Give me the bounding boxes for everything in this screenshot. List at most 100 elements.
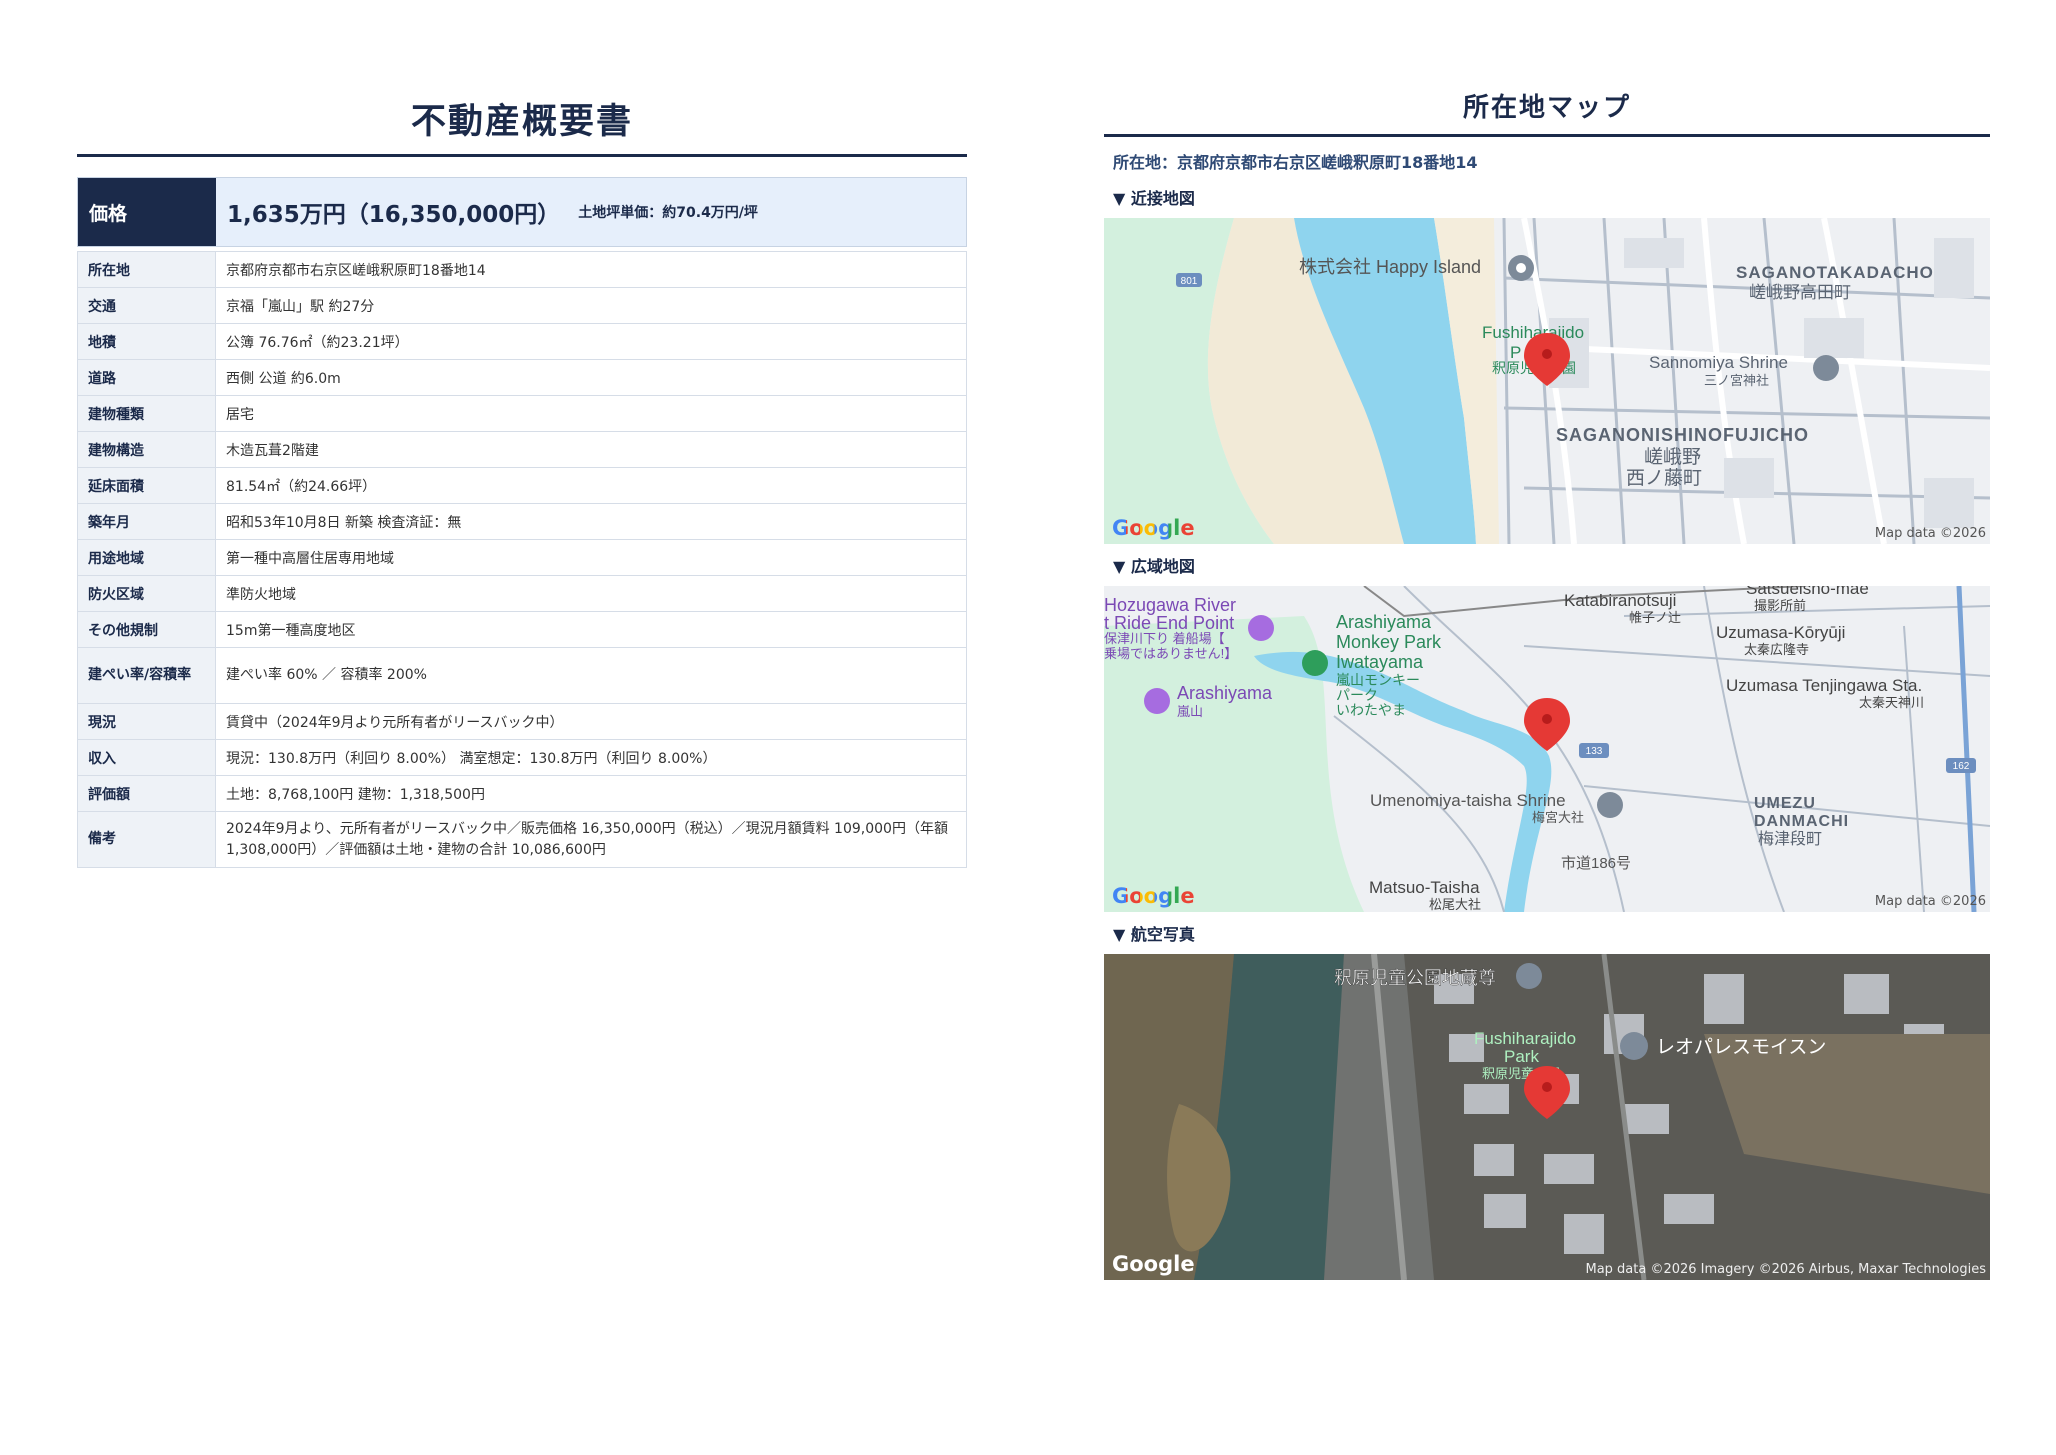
table-row: 収入 現況：130.8万円（利回り 8.00%） 満室想定：130.8万円（利回り… [77, 739, 967, 776]
wide-map[interactable]: Hozugawa River t Ride End Point 保津川下り 着船… [1104, 586, 1990, 912]
table-row: 築年月 昭和53年10月8日 新築 検査済証：無 [77, 503, 967, 540]
poi-label: レオパレスモイスン [1656, 1037, 1826, 1058]
table-row: 建物構造 木造瓦葺2階建 [77, 431, 967, 468]
near-map-graphic: 801 株式会社 Happy Island Fushiharajido P 釈原… [1104, 218, 1990, 544]
row-value: 昭和53年10月8日 新築 検査済証：無 [215, 503, 967, 540]
svg-text:太秦広隆寺: 太秦広隆寺 [1744, 642, 1809, 657]
row-value: 京福「嵐山」駅 約27分 [215, 287, 967, 324]
shrine-label: Sannomiya Shrine [1649, 353, 1788, 372]
google-logo-text: Google [1112, 1252, 1195, 1276]
road-label: 市道186号 [1561, 855, 1631, 872]
location-maps: 所在地マップ 所在地：京都府京都市右京区嵯峨釈原町18番地14 ▼ 近接地図 8… [1104, 90, 1990, 1280]
row-value: 居宅 [215, 395, 967, 432]
row-key: 延床面積 [77, 467, 216, 504]
land-unit-price: 土地坪単価：約70.4万円/坪 [578, 205, 758, 221]
maps-title-underline [1104, 134, 1990, 137]
google-logo: Google [1112, 1252, 1195, 1276]
row-key: 交通 [77, 287, 216, 324]
arashiyama-label: Arashiyama [1177, 683, 1273, 703]
google-logo-text: Google [1112, 884, 1195, 908]
svg-text:Park: Park [1504, 1047, 1539, 1066]
price-value-cell: 1,635万円（16,350,000円） 土地坪単価：約70.4万円/坪 [216, 178, 966, 246]
row-key: 評価額 [77, 775, 216, 812]
svg-text:梅宮大社: 梅宮大社 [1532, 810, 1584, 825]
row-key: 防火区域 [77, 575, 216, 612]
aerial-photo-label: ▼ 航空写真 [1113, 925, 1195, 944]
table-row: 現況 賃貸中（2024年9月より元所有者がリースバック中） [77, 703, 967, 740]
station-label: Katabiranotsuji [1564, 591, 1676, 610]
wide-map-label: ▼ 広域地図 [1113, 557, 1195, 576]
table-row: 所在地 京都府京都市右京区嵯峨釈原町18番地14 [77, 251, 967, 288]
row-value: 京都府京都市右京区嵯峨釈原町18番地14 [215, 251, 967, 288]
row-key: 備考 [77, 811, 216, 868]
park-label: Fushiharajido [1474, 1029, 1576, 1048]
row-key: 建物構造 [77, 431, 216, 468]
row-key: 用途地域 [77, 539, 216, 576]
row-key: 築年月 [77, 503, 216, 540]
svg-text:パーク: パーク [1336, 687, 1378, 703]
district-label: SAGANOTAKADACHO [1736, 263, 1934, 282]
monkey-park-label: Arashiyama [1336, 612, 1432, 632]
near-map[interactable]: 801 株式会社 Happy Island Fushiharajido P 釈原… [1104, 218, 1990, 544]
map-credit: Map data ©2026 [1874, 526, 1986, 541]
row-key: 道路 [77, 359, 216, 396]
happy-island-label: 株式会社 Happy Island [1299, 257, 1481, 277]
row-value: 準防火地域 [215, 575, 967, 612]
google-logo: Google [1112, 884, 1195, 908]
row-key: 所在地 [77, 251, 216, 288]
google-logo-text: Google [1112, 516, 1195, 540]
aerial-photo[interactable]: 釈原児童公園地蔵尊 Fushiharajido Park 釈原児童公園 レオパレ… [1104, 954, 1990, 1280]
station-label: Uzumasa Tenjingawa Sta. [1726, 676, 1922, 695]
table-row: 建ぺい率/容積率 建ぺい率 60% ／ 容積率 200% [77, 647, 967, 704]
wide-map-graphic: Hozugawa River t Ride End Point 保津川下り 着船… [1104, 586, 1990, 912]
document-title: 不動産概要書 [410, 102, 633, 142]
svg-text:保津川下り 着船場【: 保津川下り 着船場【 [1104, 631, 1225, 646]
row-key: 地積 [77, 323, 216, 360]
table-row: 備考 2024年9月より、元所有者がリースバック中／販売価格 16,350,000… [77, 811, 967, 868]
row-key: 建ぺい率/容積率 [77, 647, 216, 704]
row-value: 賃貸中（2024年9月より元所有者がリースバック中） [215, 703, 967, 740]
svg-text:t Ride End Point: t Ride End Point [1104, 613, 1234, 633]
svg-text:Iwatayama: Iwatayama [1336, 652, 1424, 672]
row-value: 建ぺい率 60% ／ 容積率 200% [215, 647, 967, 704]
table-row: 評価額 土地：8,768,100円 建物：1,318,500円 [77, 775, 967, 812]
table-row: その他規制 15m第一種高度地区 [77, 611, 967, 648]
svg-text:帷子ノ辻: 帷子ノ辻 [1629, 610, 1681, 625]
near-map-label: ▼ 近接地図 [1113, 189, 1195, 208]
svg-text:松尾大社: 松尾大社 [1429, 897, 1481, 912]
station-label: Uzumasa-Kōryūji [1716, 623, 1845, 642]
table-row: 道路 西側 公道 約6.0m [77, 359, 967, 396]
svg-text:DANMACHI: DANMACHI [1754, 813, 1849, 830]
row-value: 81.54㎡（約24.66坪） [215, 467, 967, 504]
maps-title: 所在地マップ [1462, 93, 1631, 123]
table-row: 地積 公簿 76.76㎡（約23.21坪） [77, 323, 967, 360]
table-row: 交通 京福「嵐山」駅 約27分 [77, 287, 967, 324]
title-underline [77, 154, 967, 157]
row-key: 建物種類 [77, 395, 216, 432]
district-label: SAGANONISHINOFUJICHO [1556, 425, 1809, 445]
row-value: 15m第一種高度地区 [215, 611, 967, 648]
aerial-photo-graphic: 釈原児童公園地蔵尊 Fushiharajido Park 釈原児童公園 レオパレ… [1104, 954, 1990, 1280]
table-row: 延床面積 81.54㎡（約24.66坪） [77, 467, 967, 504]
row-key: その他規制 [77, 611, 216, 648]
svg-text:太秦天神川: 太秦天神川 [1859, 695, 1924, 710]
price-value: 1,635万円（16,350,000円） [227, 202, 561, 228]
table-row: 用途地域 第一種中高層住居専用地域 [77, 539, 967, 576]
svg-text:梅津段町: 梅津段町 [1758, 830, 1822, 848]
table-row: 建物種類 居宅 [77, 395, 967, 432]
svg-text:嵐山モンキー: 嵐山モンキー [1336, 672, 1420, 688]
route-801-label: 801 [1181, 276, 1198, 287]
price-row: 価格 1,635万円（16,350,000円） 土地坪単価：約70.4万円/坪 [77, 177, 967, 247]
shrine-label: Umenomiya-taisha Shrine [1370, 791, 1566, 810]
row-value: 第一種中高層住居専用地域 [215, 539, 967, 576]
svg-text:Monkey Park: Monkey Park [1336, 632, 1442, 652]
property-summary: 不動産概要書 価格 1,635万円（16,350,000円） 土地坪単価：約70… [77, 90, 967, 868]
svg-text:嵯峨野: 嵯峨野 [1644, 446, 1701, 468]
svg-text:乗場ではありません!】: 乗場ではありません!】 [1104, 646, 1237, 661]
table-row: 防火区域 準防火地域 [77, 575, 967, 612]
hozugawa-label: Hozugawa River [1104, 595, 1236, 615]
district-label: UMEZU [1754, 795, 1816, 812]
row-value: 木造瓦葺2階建 [215, 431, 967, 468]
station-label: Satsueisho-mae [1746, 586, 1869, 598]
google-logo: Google [1112, 516, 1195, 540]
